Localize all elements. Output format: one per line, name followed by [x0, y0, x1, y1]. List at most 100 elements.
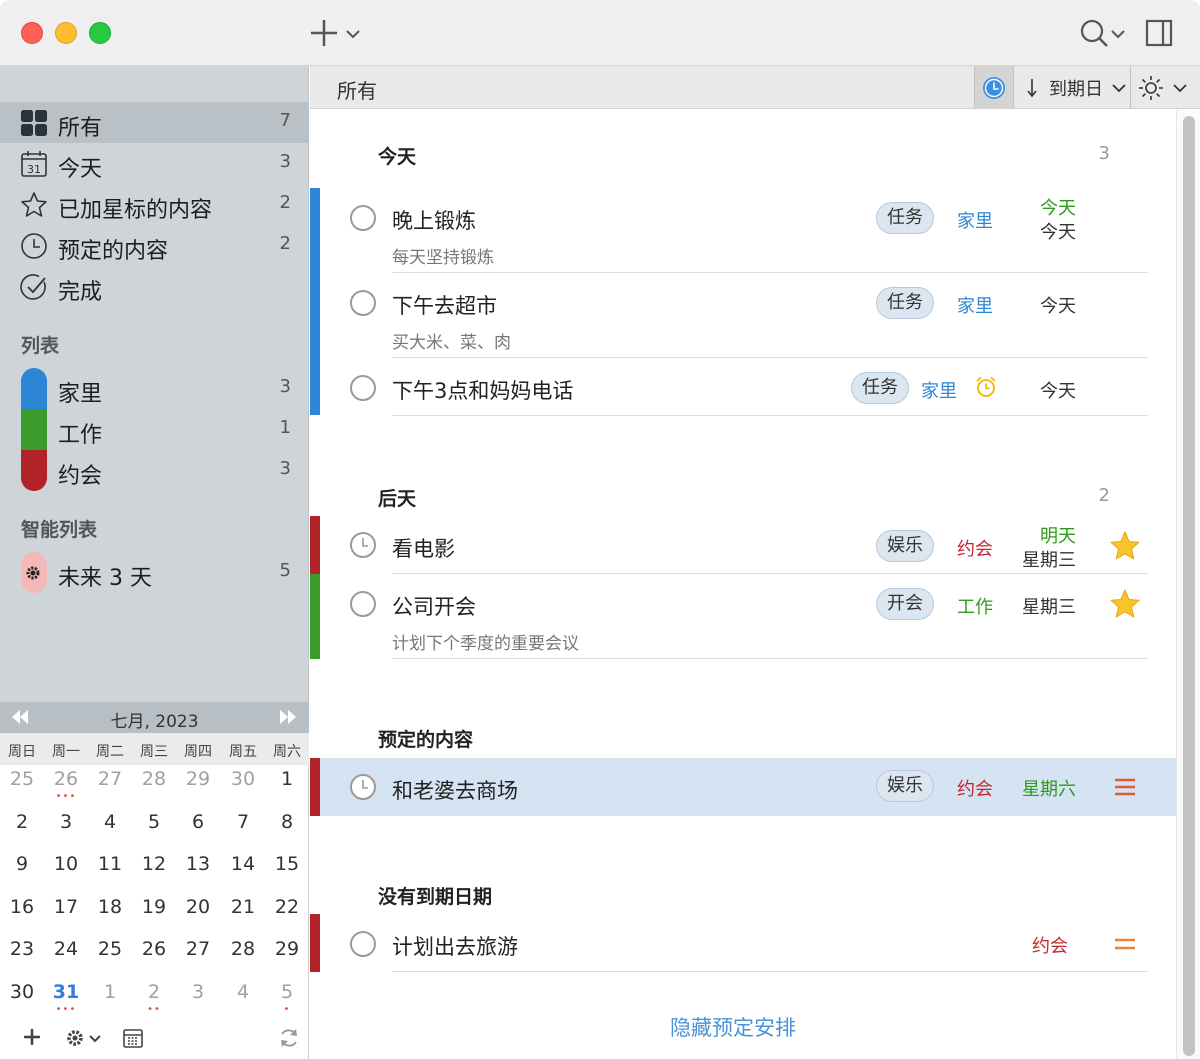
calendar-day[interactable]: 12	[132, 853, 176, 875]
next-month-icon[interactable]	[278, 708, 298, 726]
calendar-day[interactable]: 27	[88, 768, 132, 790]
calendar-day[interactable]: 3	[176, 981, 220, 1003]
calendar-day[interactable]: 5	[265, 981, 309, 1003]
task-checkbox[interactable]	[350, 931, 376, 957]
sidebar-item-scheduled[interactable]: 预定的内容 2	[0, 225, 309, 266]
calendar-day[interactable]: 25	[88, 938, 132, 960]
calendar-day[interactable]: 22	[265, 896, 309, 918]
gear-menu-icon[interactable]	[66, 1027, 104, 1049]
task-checkbox[interactable]	[350, 290, 376, 316]
task-due-date: 星期三	[1022, 550, 1076, 571]
calendar-day[interactable]: 15	[265, 853, 309, 875]
calendar-day[interactable]: 21	[221, 896, 265, 918]
zoom-window-button[interactable]	[89, 22, 111, 44]
hide-scheduled-link[interactable]: 隐藏预定安排	[670, 1012, 796, 1042]
weekday-label: 周日	[8, 744, 36, 760]
search-button[interactable]	[1078, 16, 1128, 52]
task-row[interactable]: 下午3点和妈妈电话 任务 家里 今天	[310, 358, 1176, 416]
sidebar-item-list-work[interactable]: 工作 1	[0, 409, 309, 450]
gear-icon	[26, 566, 40, 580]
task-checkbox[interactable]	[350, 591, 376, 617]
minimize-window-button[interactable]	[55, 22, 77, 44]
calendar-day[interactable]: 30	[0, 981, 44, 1003]
sync-icon[interactable]	[278, 1027, 300, 1049]
calendar-day[interactable]: 27	[176, 938, 220, 960]
calendar-icon[interactable]	[123, 1027, 143, 1049]
task-row[interactable]: 下午去超市 买大米、菜、肉 任务 家里 今天	[310, 273, 1176, 359]
high-priority-icon[interactable]	[1113, 776, 1137, 798]
calendar-day[interactable]: 26	[44, 768, 88, 790]
calendar-day[interactable]: 11	[88, 853, 132, 875]
sidebar-item-completed[interactable]: 完成	[0, 266, 309, 307]
calendar-day[interactable]: 24	[44, 938, 88, 960]
task-checkbox[interactable]	[350, 205, 376, 231]
task-tag[interactable]: 开会	[876, 588, 934, 620]
task-tag[interactable]: 娱乐	[876, 770, 934, 802]
calendar-day[interactable]: 26	[132, 938, 176, 960]
task-divider	[392, 415, 1148, 416]
calendar-day[interactable]: 3	[44, 811, 88, 833]
task-row[interactable]: 公司开会 计划下个季度的重要会议 开会 工作 星期三	[310, 574, 1176, 660]
medium-priority-icon[interactable]	[1113, 936, 1137, 952]
task-row[interactable]: 计划出去旅游 约会	[310, 914, 1176, 972]
task-tag[interactable]: 任务	[876, 202, 934, 234]
calendar-day-today[interactable]: 31	[44, 981, 88, 1003]
scrollbar-thumb[interactable]	[1183, 116, 1195, 1056]
schedule-filter-button[interactable]	[974, 66, 1014, 109]
task-row-selected[interactable]: 和老婆去商场 娱乐 约会 星期六	[310, 758, 1176, 816]
calendar-day[interactable]: 1	[265, 768, 309, 790]
sidebar-item-next-3-days[interactable]: 未来 3 天 5	[0, 552, 309, 593]
task-list: 今天 3 晚上锻炼 每天坚持锻炼 任务 家里 今天 今天 下午去超市 买大米、菜…	[310, 110, 1176, 1059]
task-tag[interactable]: 任务	[876, 287, 934, 319]
sidebar-item-all[interactable]: 所有 7	[0, 102, 309, 143]
calendar-day[interactable]: 1	[88, 981, 132, 1003]
task-row[interactable]: 晚上锻炼 每天坚持锻炼 任务 家里 今天 今天	[310, 188, 1176, 274]
toggle-sidebar-button[interactable]	[1145, 18, 1173, 48]
task-checkbox[interactable]	[350, 375, 376, 401]
calendar-day[interactable]: 19	[132, 896, 176, 918]
calendar-day[interactable]: 6	[176, 811, 220, 833]
calendar-day[interactable]: 14	[221, 853, 265, 875]
star-icon[interactable]	[1109, 530, 1141, 562]
scheduled-checkbox-icon[interactable]	[350, 774, 376, 800]
task-row[interactable]: 看电影 娱乐 约会 明天 星期三	[310, 516, 1176, 574]
calendar-day[interactable]: 13	[176, 853, 220, 875]
calendar-day[interactable]: 9	[0, 853, 44, 875]
calendar-day[interactable]: 8	[265, 811, 309, 833]
scheduled-checkbox-icon[interactable]	[350, 532, 376, 558]
grid-icon	[21, 110, 47, 136]
sort-by-due-date-button[interactable]: 到期日	[1025, 75, 1129, 101]
calendar-day[interactable]: 23	[0, 938, 44, 960]
task-tag[interactable]: 任务	[851, 372, 909, 404]
sidebar-item-list-home[interactable]: 家里 3	[0, 368, 309, 409]
calendar-day[interactable]: 17	[44, 896, 88, 918]
calendar-day[interactable]: 10	[44, 853, 88, 875]
calendar-day[interactable]: 28	[132, 768, 176, 790]
calendar-day[interactable]: 29	[176, 768, 220, 790]
calendar-day[interactable]: 2	[0, 811, 44, 833]
calendar-day[interactable]: 2	[132, 981, 176, 1003]
calendar-day[interactable]: 30	[221, 768, 265, 790]
calendar-day[interactable]: 18	[88, 896, 132, 918]
calendar-day[interactable]: 25	[0, 768, 44, 790]
calendar-day[interactable]: 16	[0, 896, 44, 918]
calendar-day[interactable]: 20	[176, 896, 220, 918]
add-task-button[interactable]	[308, 14, 368, 52]
sidebar-item-starred[interactable]: 已加星标的内容 2	[0, 184, 309, 225]
calendar-day[interactable]: 7	[221, 811, 265, 833]
calendar-day[interactable]: 4	[221, 981, 265, 1003]
calendar-day[interactable]: 28	[221, 938, 265, 960]
view-options-button[interactable]	[1138, 75, 1194, 101]
sidebar-item-today[interactable]: 31 今天 3	[0, 143, 309, 184]
close-window-button[interactable]	[21, 22, 43, 44]
calendar-day[interactable]: 4	[88, 811, 132, 833]
star-icon[interactable]	[1109, 588, 1141, 620]
group-count-today: 3	[1098, 143, 1110, 164]
main-title: 所有	[337, 79, 377, 103]
task-tag[interactable]: 娱乐	[876, 530, 934, 562]
add-list-icon[interactable]	[22, 1027, 42, 1047]
calendar-day[interactable]: 29	[265, 938, 309, 960]
sidebar-item-list-dates[interactable]: 约会 3	[0, 450, 309, 491]
calendar-day[interactable]: 5	[132, 811, 176, 833]
scrollbar[interactable]	[1176, 110, 1200, 1059]
